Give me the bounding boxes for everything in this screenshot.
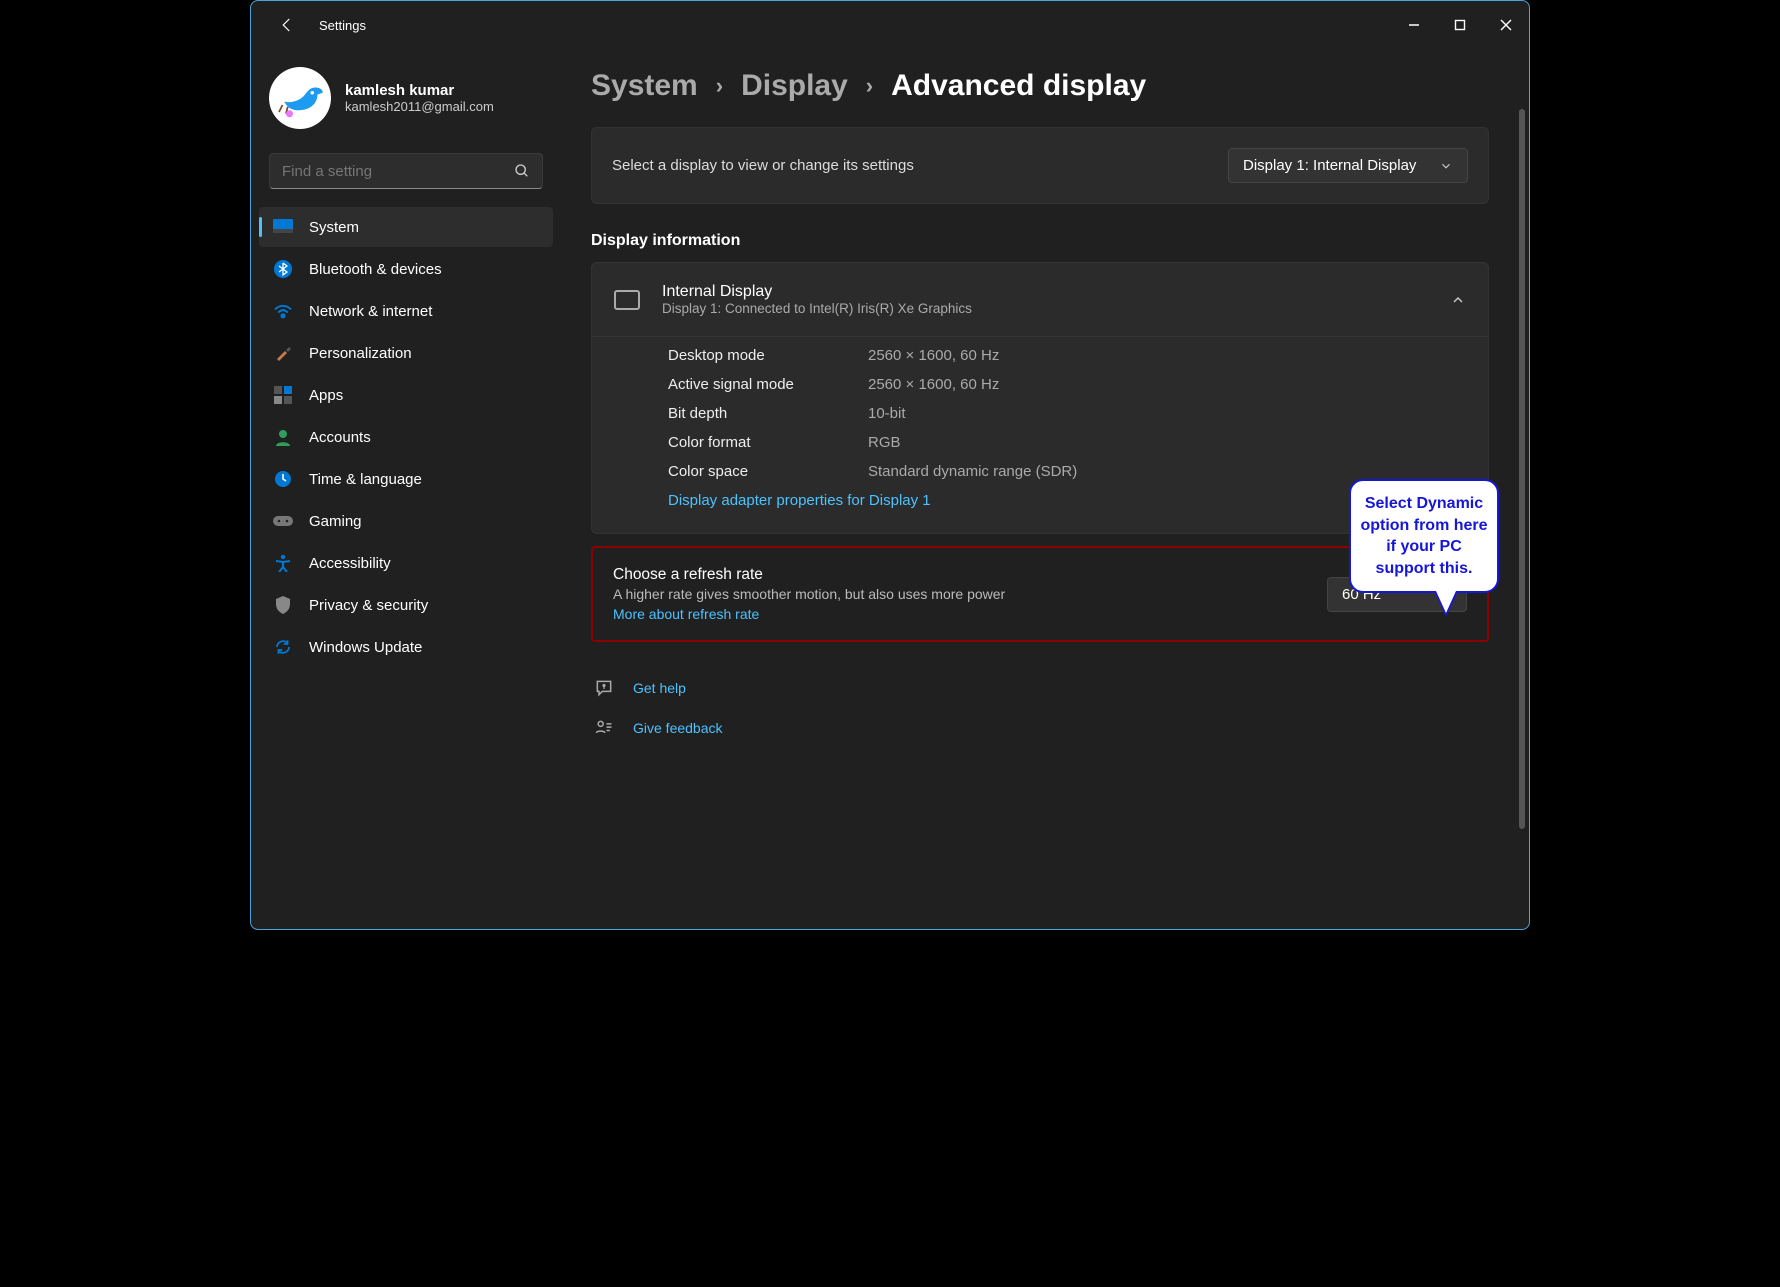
info-row: Bit depth10-bit <box>668 399 1466 428</box>
display-sub: Display 1: Connected to Intel(R) Iris(R)… <box>662 301 972 316</box>
refresh-more-link[interactable]: More about refresh rate <box>613 606 1005 622</box>
nav-label: System <box>309 219 359 236</box>
help-icon <box>593 678 615 698</box>
system-icon <box>273 217 293 237</box>
search-icon <box>514 163 530 179</box>
display-select-dropdown[interactable]: Display 1: Internal Display <box>1228 148 1468 183</box>
maximize-icon <box>1454 19 1466 31</box>
window-controls <box>1391 9 1529 41</box>
info-row: Desktop mode2560 × 1600, 60 Hz <box>668 341 1466 370</box>
nav-gaming[interactable]: Gaming <box>259 501 553 541</box>
chevron-right-icon: › <box>866 73 873 99</box>
nav-label: Bluetooth & devices <box>309 261 442 278</box>
feedback-icon <box>593 718 615 738</box>
minimize-icon <box>1408 19 1420 31</box>
close-icon <box>1500 19 1512 31</box>
back-button[interactable] <box>267 5 307 45</box>
info-row: Active signal mode2560 × 1600, 60 Hz <box>668 370 1466 399</box>
section-title: Display information <box>591 232 1489 250</box>
nav-label: Accounts <box>309 429 371 446</box>
gamepad-icon <box>273 511 293 531</box>
info-row: Color formatRGB <box>668 428 1466 457</box>
wifi-icon <box>273 301 293 321</box>
refresh-title: Choose a refresh rate <box>613 566 1005 584</box>
display-select-card: Select a display to view or change its s… <box>591 127 1489 204</box>
nav-label: Network & internet <box>309 303 432 320</box>
scrollbar[interactable] <box>1519 109 1525 829</box>
settings-window: Settings <box>250 0 1530 930</box>
breadcrumb-current: Advanced display <box>891 69 1146 103</box>
clock-icon <box>273 469 293 489</box>
give-feedback-link[interactable]: Give feedback <box>633 720 723 736</box>
nav-label: Gaming <box>309 513 362 530</box>
chevron-down-icon <box>1439 159 1453 173</box>
nav: System Bluetooth & devices Network & int… <box>259 207 553 667</box>
annotation-callout: Select Dynamic option from here if your … <box>1349 479 1499 593</box>
display-select-value: Display 1: Internal Display <box>1243 157 1416 174</box>
nav-label: Windows Update <box>309 639 422 656</box>
user-email: kamlesh2011@gmail.com <box>345 99 494 114</box>
main: System › Display › Advanced display Sele… <box>561 49 1529 929</box>
shield-icon <box>273 595 293 615</box>
breadcrumb-display[interactable]: Display <box>741 69 848 103</box>
nav-update[interactable]: Windows Update <box>259 627 553 667</box>
monitor-icon <box>614 290 640 310</box>
nav-label: Personalization <box>309 345 412 362</box>
avatar <box>269 67 331 129</box>
display-select-label: Select a display to view or change its s… <box>612 157 914 174</box>
user-info: kamlesh kumar kamlesh2011@gmail.com <box>345 82 494 114</box>
get-help-row[interactable]: Get help <box>591 668 1489 708</box>
maximize-button[interactable] <box>1437 9 1483 41</box>
app-title: Settings <box>319 18 366 33</box>
search-input[interactable] <box>282 163 514 180</box>
get-help-link[interactable]: Get help <box>633 680 686 696</box>
nav-network[interactable]: Network & internet <box>259 291 553 331</box>
display-name: Internal Display <box>662 283 972 301</box>
arrow-left-icon <box>278 16 296 34</box>
breadcrumb: System › Display › Advanced display <box>591 69 1489 103</box>
nav-personalization[interactable]: Personalization <box>259 333 553 373</box>
display-info-header[interactable]: Internal Display Display 1: Connected to… <box>592 263 1488 336</box>
user-name: kamlesh kumar <box>345 82 494 99</box>
bird-icon <box>272 70 328 126</box>
nav-system[interactable]: System <box>259 207 553 247</box>
adapter-properties-link[interactable]: Display adapter properties for Display 1 <box>668 492 931 509</box>
chevron-right-icon: › <box>716 73 723 99</box>
apps-icon <box>273 385 293 405</box>
refresh-sub: A higher rate gives smoother motion, but… <box>613 586 1005 602</box>
nav-label: Apps <box>309 387 343 404</box>
titlebar: Settings <box>251 1 1529 49</box>
give-feedback-row[interactable]: Give feedback <box>591 708 1489 748</box>
minimize-button[interactable] <box>1391 9 1437 41</box>
body: kamlesh kumar kamlesh2011@gmail.com Syst… <box>251 49 1529 929</box>
close-button[interactable] <box>1483 9 1529 41</box>
sidebar: kamlesh kumar kamlesh2011@gmail.com Syst… <box>251 49 561 929</box>
sync-icon <box>273 637 293 657</box>
nav-time[interactable]: Time & language <box>259 459 553 499</box>
brush-icon <box>273 343 293 363</box>
nav-accessibility[interactable]: Accessibility <box>259 543 553 583</box>
chevron-up-icon <box>1450 292 1466 308</box>
bluetooth-icon <box>273 259 293 279</box>
nav-accounts[interactable]: Accounts <box>259 417 553 457</box>
info-row: Color spaceStandard dynamic range (SDR) <box>668 457 1466 486</box>
nav-apps[interactable]: Apps <box>259 375 553 415</box>
person-icon <box>273 427 293 447</box>
nav-label: Accessibility <box>309 555 391 572</box>
breadcrumb-system[interactable]: System <box>591 69 698 103</box>
search-box[interactable] <box>269 153 543 189</box>
nav-label: Time & language <box>309 471 422 488</box>
accessibility-icon <box>273 553 293 573</box>
nav-bluetooth[interactable]: Bluetooth & devices <box>259 249 553 289</box>
user-row[interactable]: kamlesh kumar kamlesh2011@gmail.com <box>259 59 553 137</box>
nav-privacy[interactable]: Privacy & security <box>259 585 553 625</box>
nav-label: Privacy & security <box>309 597 428 614</box>
